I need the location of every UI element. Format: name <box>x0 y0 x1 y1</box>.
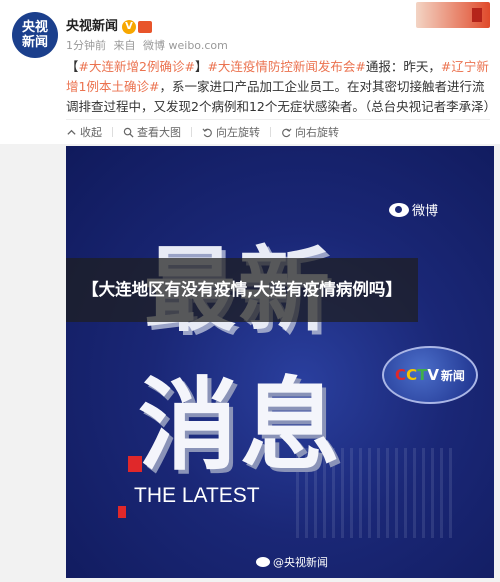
bracket-close: 】 <box>194 59 208 74</box>
collapse-icon <box>67 129 76 135</box>
rotate-left-label: 向左旋转 <box>216 126 260 139</box>
weibo-eye-icon <box>256 557 270 567</box>
avatar[interactable]: 央视 新闻 <box>12 12 58 58</box>
verified-badge-icon: V <box>122 19 137 34</box>
weibo-post: 央视 新闻 央视新闻 V 1分钟前 来自 微博 weibo.com 【#大连新增2… <box>0 0 500 120</box>
cctv-letter: V <box>427 366 439 384</box>
red-accent-block <box>118 506 126 518</box>
hashtag-link[interactable]: #大连新增2例确诊# <box>79 59 195 74</box>
view-large-button[interactable]: 查看大图 <box>123 124 181 140</box>
image-watermark: @央视新闻 <box>256 554 328 570</box>
watermark-text: @央视新闻 <box>273 556 328 569</box>
weibo-watermark-logo: 微博 <box>388 200 438 219</box>
avatar-text-line1: 央视 <box>21 20 48 35</box>
rotate-left-icon <box>202 127 212 137</box>
toolbar-separator <box>270 127 271 137</box>
cctv-news-text: 新闻 <box>440 368 465 383</box>
hashtag-link[interactable]: #大连疫情防控新闻发布会# <box>207 59 365 74</box>
post-source[interactable]: 微博 weibo.com <box>143 39 228 52</box>
toolbar-separator <box>191 127 192 137</box>
author-name[interactable]: 央视新闻 V <box>66 15 153 34</box>
subtitle-text: THE LATEST <box>134 484 260 507</box>
cctv-news-logo: C C T V 新闻 <box>382 346 478 404</box>
weibo-mark-text: 微博 <box>411 204 438 219</box>
cctv-letter: C <box>395 366 407 384</box>
weibo-eye-icon <box>388 202 409 217</box>
member-crown-icon <box>138 20 153 33</box>
view-large-label: 查看大图 <box>137 126 181 139</box>
overlay-title: 【大连地区有没有疫情,大连有疫情病例吗】 <box>82 280 402 299</box>
rotate-left-button[interactable]: 向左旋转 <box>202 124 260 140</box>
cctv-letter: C <box>406 366 418 384</box>
rotate-right-icon <box>282 127 292 137</box>
red-accent-block <box>128 456 142 472</box>
title-overlay: 【大连地区有没有疫情,大连有疫情病例吗】 <box>66 258 418 322</box>
bracket-open: 【 <box>66 59 79 74</box>
decorative-banner <box>416 2 490 28</box>
collapse-label: 收起 <box>80 126 102 139</box>
post-text: 通报：昨天， <box>365 59 441 74</box>
post-image[interactable]: 微博 最新 CCTV新闻 消息 THE LATEST @央视新闻 <box>66 146 494 578</box>
image-toolbar: 收起 查看大图 向左旋转 向右旋转 <box>0 120 500 144</box>
author-name-text: 央视新闻 <box>66 19 119 34</box>
source-prefix: 来自 <box>113 39 136 52</box>
rotate-right-button[interactable]: 向右旋转 <box>281 124 339 140</box>
avatar-text-line2: 新闻 <box>21 35 48 50</box>
cctv-letter: T <box>417 366 428 384</box>
post-meta: 1分钟前 来自 微博 weibo.com <box>66 37 228 53</box>
post-time[interactable]: 1分钟前 <box>66 39 106 52</box>
post-body: 【#大连新增2例确诊#】#大连疫情防控新闻发布会#通报：昨天，#辽宁新增1例本土… <box>66 57 496 117</box>
rotate-right-label: 向右旋转 <box>295 126 339 139</box>
toolbar-separator <box>112 127 113 137</box>
collapse-button[interactable]: 收起 <box>66 124 102 140</box>
headline-line2: 消息 <box>138 367 342 484</box>
search-icon <box>123 127 134 138</box>
